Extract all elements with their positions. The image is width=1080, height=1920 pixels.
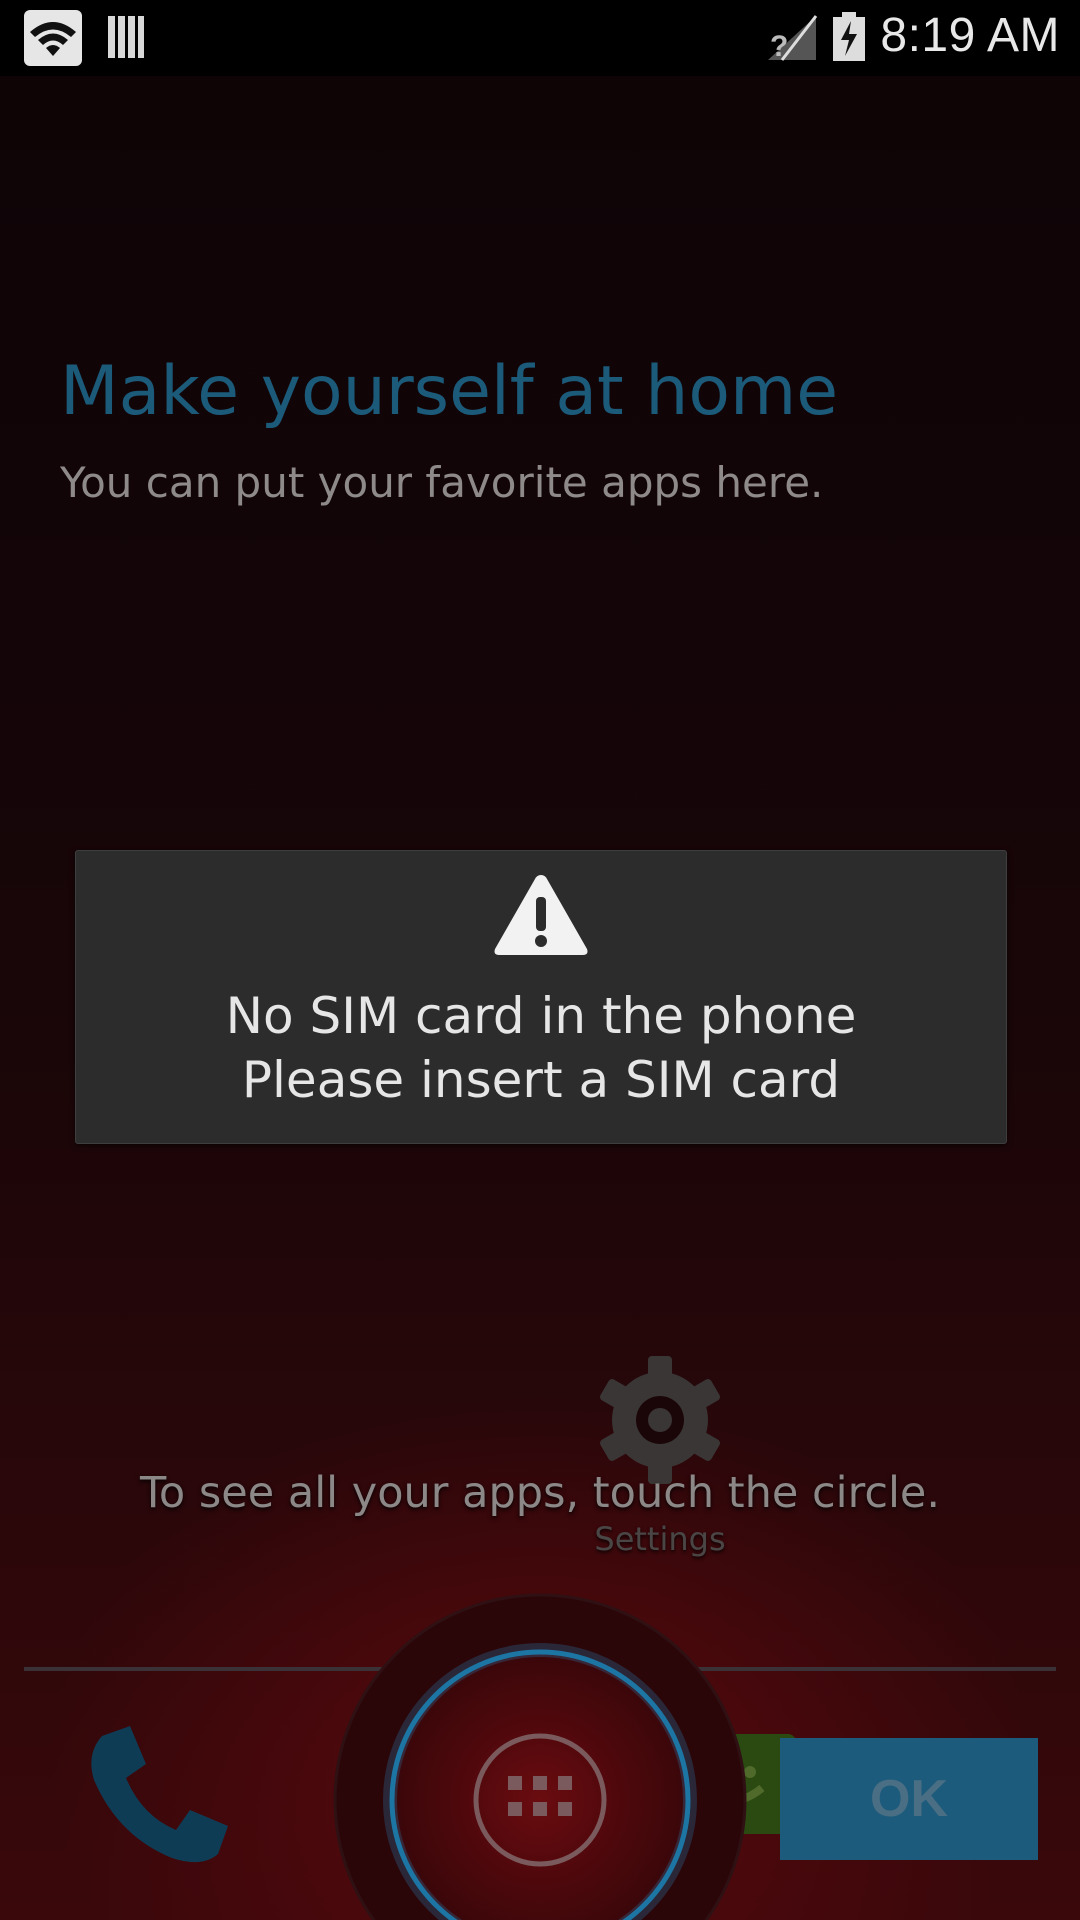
no-sim-signal-icon: ? xyxy=(764,14,818,67)
notification-icon xyxy=(106,14,146,65)
cling-title: Make yourself at home xyxy=(60,352,839,431)
warning-icon xyxy=(491,871,591,964)
phone-icon[interactable] xyxy=(82,1722,232,1877)
status-time: 8:19 AM xyxy=(880,9,1060,62)
ok-button[interactable]: OK xyxy=(780,1738,1038,1860)
svg-text:?: ? xyxy=(770,30,788,62)
status-bar: ? 8:19 AM xyxy=(0,0,1080,76)
home-screen: ? 8:19 AM Make yourself at home You can … xyxy=(0,0,1080,1920)
no-sim-dialog: No SIM card in the phone Please insert a… xyxy=(75,850,1007,1144)
dialog-message-line1: No SIM card in the phone xyxy=(225,987,857,1045)
all-apps-button[interactable] xyxy=(320,1580,760,1920)
cling-subtitle: You can put your favorite apps here. xyxy=(60,458,824,507)
wifi-icon xyxy=(24,10,82,71)
apps-hint-text: To see all your apps, touch the circle. xyxy=(139,1468,941,1518)
dialog-message-line2: Please insert a SIM card xyxy=(241,1051,841,1109)
battery-charging-icon xyxy=(832,12,866,67)
settings-label: Settings xyxy=(594,1520,726,1558)
